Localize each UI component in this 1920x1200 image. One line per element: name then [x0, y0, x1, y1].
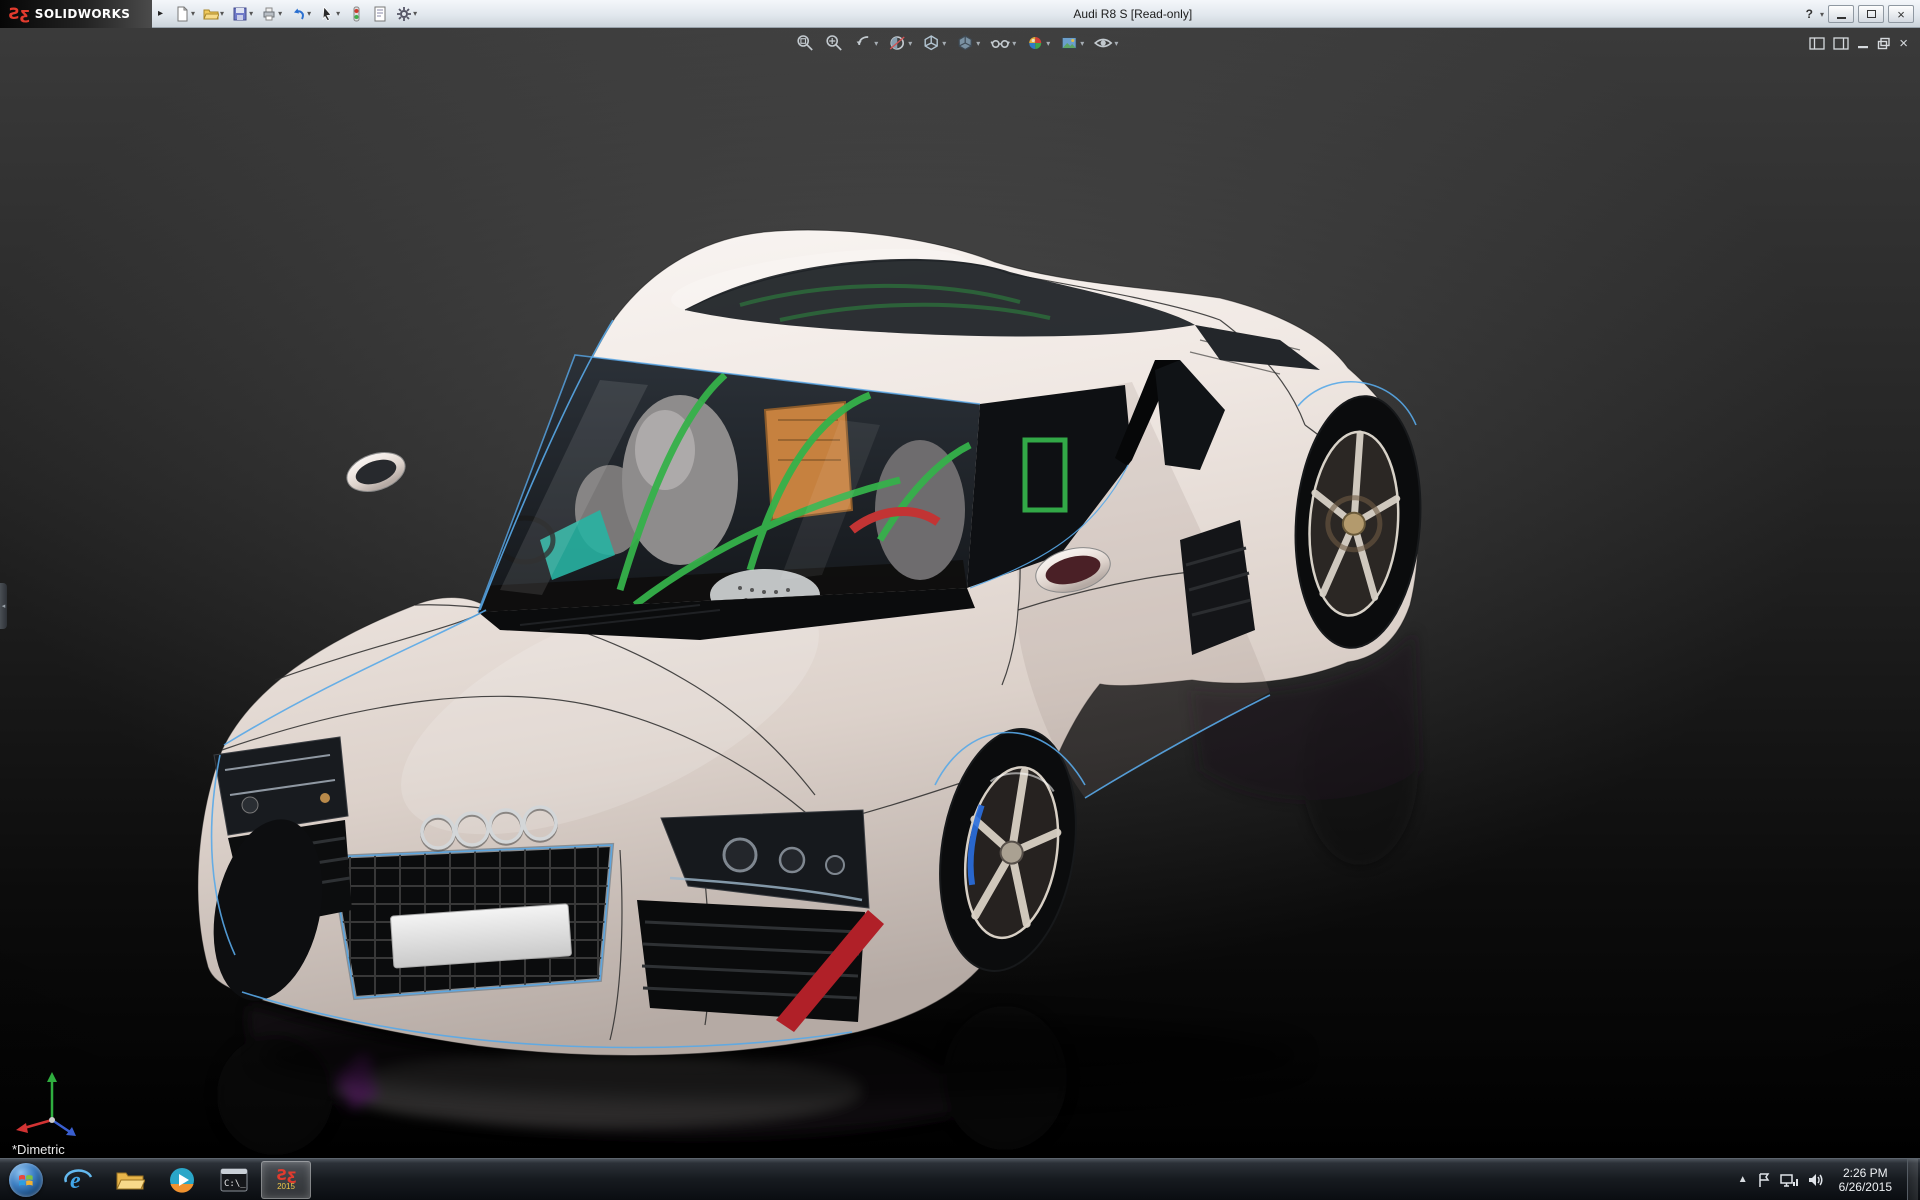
apply-scene-button[interactable]: ▾: [1059, 33, 1084, 53]
open-button[interactable]: ▾: [200, 4, 227, 24]
solidworks-app-icon: ʒS: [276, 1169, 296, 1182]
brand-name: SOLIDWORKS: [35, 7, 131, 21]
volume-icon[interactable]: [1807, 1172, 1824, 1188]
front-grille: [330, 840, 615, 1005]
new-document-button[interactable]: ▾: [171, 4, 198, 24]
solidworks-logo-icon: ʒS: [8, 4, 30, 23]
file-properties-button[interactable]: [369, 4, 391, 24]
svg-text:C:\_: C:\_: [224, 1179, 246, 1189]
folder-icon: [115, 1168, 145, 1192]
close-button[interactable]: ×: [1888, 5, 1914, 23]
save-button[interactable]: ▾: [229, 4, 256, 24]
chevron-down-icon[interactable]: ▾: [336, 9, 340, 18]
taskbar-media-player[interactable]: [157, 1161, 207, 1199]
network-status-icon[interactable]: [1780, 1172, 1798, 1188]
media-player-icon: [168, 1166, 196, 1194]
taskbar-apps: e C:\_: [52, 1159, 312, 1200]
minimize-button[interactable]: [1828, 5, 1854, 23]
internet-explorer-icon: e: [63, 1166, 93, 1194]
chevron-down-icon[interactable]: ▾: [413, 9, 417, 18]
view-orientation-button[interactable]: ▾: [921, 33, 946, 53]
taskbar-internet-explorer[interactable]: e: [53, 1161, 103, 1199]
reference-triad: [12, 1060, 92, 1140]
main-toolbar: ▾ ▾ ▾ ▾ ▾ ▾: [171, 4, 420, 24]
chevron-down-icon[interactable]: ▾: [1114, 39, 1118, 48]
chevron-down-icon[interactable]: ▾: [220, 9, 224, 18]
solidworks-logo[interactable]: ʒS SOLIDWORKS: [0, 0, 152, 28]
restore-document-button[interactable]: [1877, 35, 1891, 51]
taskbar-clock[interactable]: 2:26 PM 6/26/2015: [1833, 1166, 1898, 1194]
edit-appearance-button[interactable]: ▾: [1025, 33, 1050, 53]
chevron-down-icon[interactable]: ▾: [1012, 39, 1016, 48]
heads-up-view-toolbar: ▾ ▾ ▾ ▾ ▾ ▾ ▾: [795, 33, 1118, 53]
view-orientation-label: *Dimetric: [12, 1142, 65, 1157]
options-button[interactable]: ▾: [393, 4, 420, 24]
window-controls: ? ▾ ×: [1804, 0, 1914, 28]
chevron-down-icon[interactable]: ▾: [249, 9, 253, 18]
taskbar-windows-explorer[interactable]: [105, 1161, 155, 1199]
feature-manager-splitter[interactable]: ◂: [0, 583, 7, 629]
show-desktop-button[interactable]: [1907, 1159, 1918, 1200]
display-style-button[interactable]: ▾: [955, 33, 980, 53]
model-audi-r8[interactable]: [180, 210, 1430, 1158]
menu-expand-arrow[interactable]: ▸: [158, 8, 163, 19]
action-center-flag-icon[interactable]: [1757, 1172, 1771, 1188]
print-button[interactable]: ▾: [258, 4, 285, 24]
zoom-to-fit-button[interactable]: [795, 33, 815, 53]
graphics-area[interactable]: ▾ ▾ ▾ ▾ ▾ ▾ ▾: [0, 28, 1920, 1158]
zoom-to-area-button[interactable]: [824, 33, 844, 53]
solidworks-window: ʒS SOLIDWORKS ▸ ▾ ▾ ▾ ▾ ▾: [0, 0, 1920, 1200]
section-view-button[interactable]: ▾: [887, 33, 912, 53]
close-document-button[interactable]: ×: [1899, 35, 1908, 51]
maximize-button[interactable]: [1858, 5, 1884, 23]
chevron-down-icon[interactable]: ▾: [1046, 39, 1050, 48]
title-bar: ʒS SOLIDWORKS ▸ ▾ ▾ ▾ ▾ ▾: [0, 0, 1920, 28]
command-prompt-icon: C:\_: [220, 1168, 248, 1192]
previous-view-button[interactable]: ▾: [853, 33, 878, 53]
chevron-down-icon[interactable]: ▾: [307, 9, 311, 18]
chevron-down-icon[interactable]: ▾: [908, 39, 912, 48]
chevron-down-icon[interactable]: ▾: [976, 39, 980, 48]
taskbar-solidworks[interactable]: ʒS 2015: [261, 1161, 311, 1199]
show-hidden-icons-button[interactable]: ▲: [1738, 1174, 1748, 1185]
chevron-down-icon[interactable]: ▾: [191, 9, 195, 18]
help-chevron-icon[interactable]: ▾: [1820, 10, 1824, 19]
rebuild-button[interactable]: [345, 4, 367, 24]
hide-show-items-button[interactable]: ▾: [989, 33, 1016, 53]
clock-time: 2:26 PM: [1843, 1166, 1888, 1180]
select-button[interactable]: ▾: [316, 4, 343, 24]
start-button[interactable]: [0, 1159, 52, 1200]
taskbar: e C:\_: [0, 1158, 1920, 1200]
help-button[interactable]: ?: [1804, 7, 1815, 21]
show-display-pane-icon[interactable]: [1833, 35, 1849, 51]
undo-button[interactable]: ▾: [287, 4, 314, 24]
chevron-down-icon[interactable]: ▾: [874, 39, 878, 48]
document-window-controls: ×: [1809, 35, 1908, 51]
windows-start-icon: [9, 1163, 43, 1197]
view-settings-button[interactable]: ▾: [1093, 33, 1118, 53]
minimize-document-button[interactable]: [1857, 35, 1869, 51]
show-feature-pane-icon[interactable]: [1809, 35, 1825, 51]
chevron-down-icon[interactable]: ▾: [278, 9, 282, 18]
window-title: Audi R8 S [Read-only]: [1073, 7, 1192, 21]
system-tray: ▲ 2:26 PM 6/26/2015: [1738, 1159, 1920, 1200]
left-mirror: [342, 446, 410, 499]
clock-date: 6/26/2015: [1839, 1180, 1892, 1194]
taskbar-command-prompt[interactable]: C:\_: [209, 1161, 259, 1199]
chevron-down-icon[interactable]: ▾: [942, 39, 946, 48]
chevron-down-icon[interactable]: ▾: [1080, 39, 1084, 48]
